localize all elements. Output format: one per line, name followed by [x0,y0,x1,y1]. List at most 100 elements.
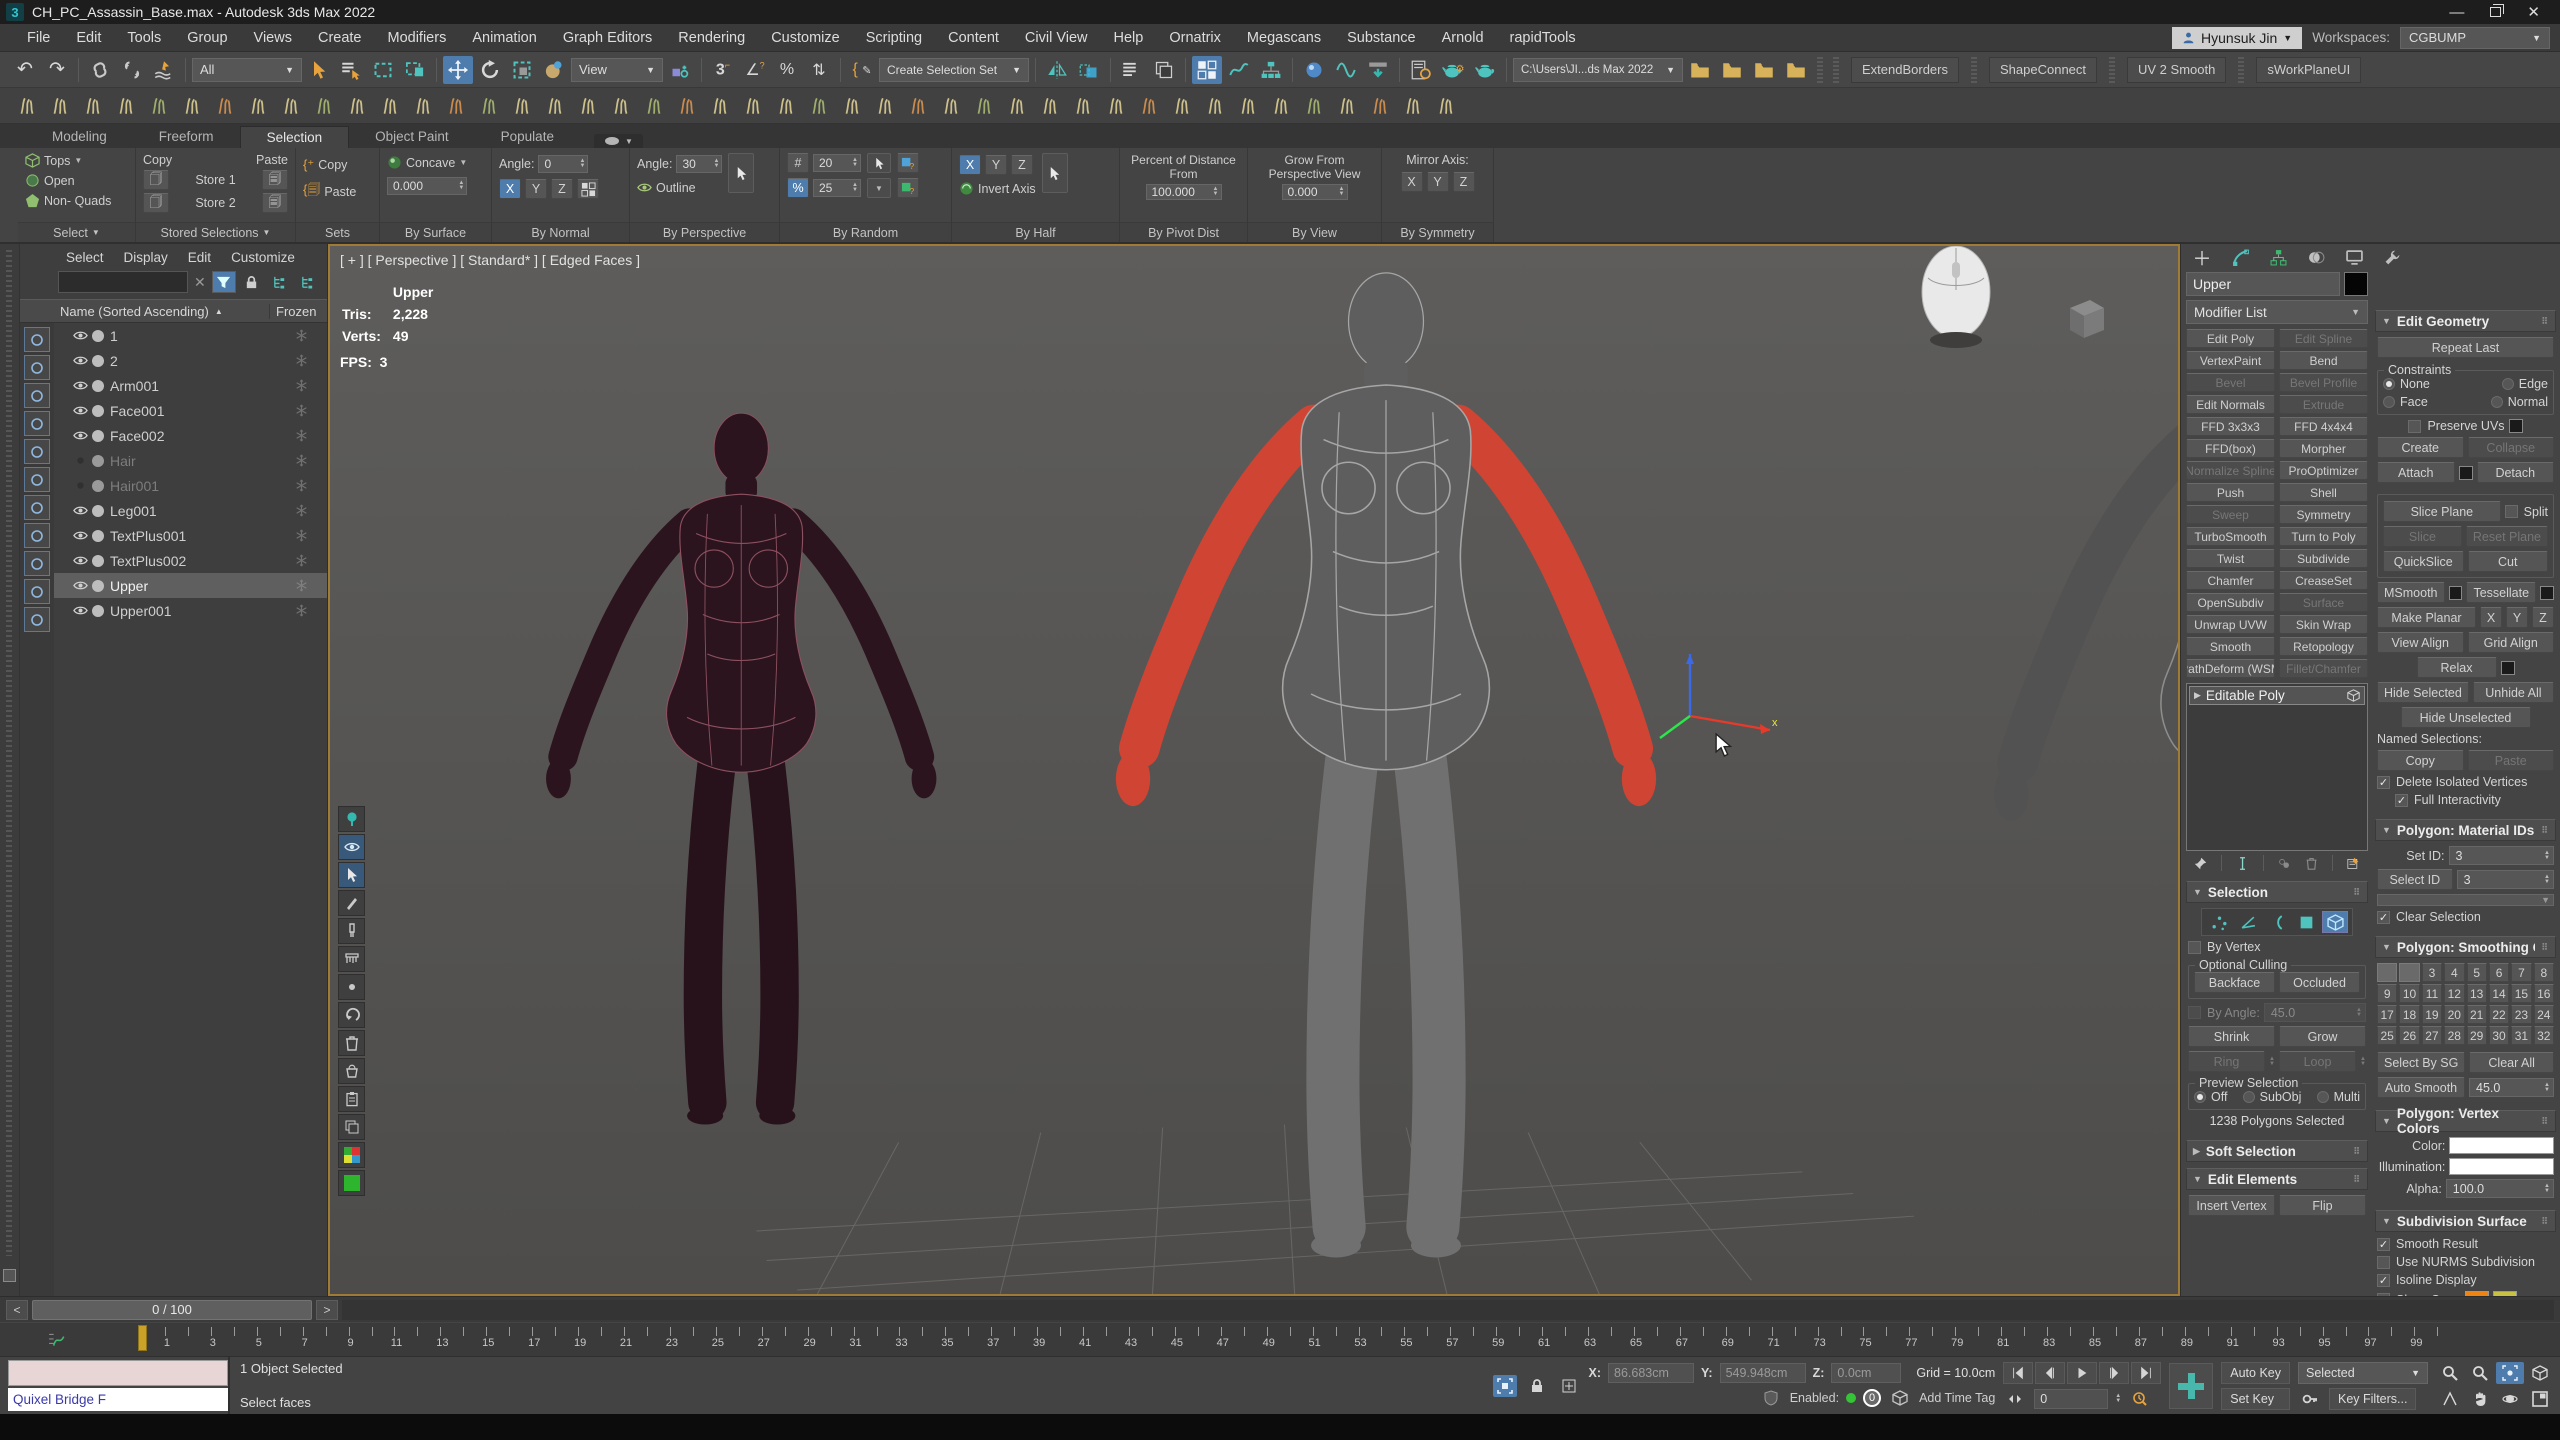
ornatrix-tool-icon[interactable] [177,92,207,120]
display-gear-icon[interactable] [24,607,50,632]
display-spray-icon[interactable] [24,551,50,576]
clear-search-icon[interactable]: ✕ [192,274,208,291]
ornatrix-tool-icon[interactable] [507,92,537,120]
invert-axis-toggle[interactable]: Invert Axis [959,181,1036,196]
modifier-button-shell[interactable]: Shell [2279,483,2368,502]
modifier-button-push[interactable]: Push [2186,483,2275,502]
scene-object-row[interactable]: Hair001 [54,473,327,498]
preview-subobj-radio[interactable]: SubObj [2243,1090,2302,1104]
folder-link-icon[interactable] [1749,56,1779,84]
minimize-icon[interactable]: — [2449,4,2464,21]
auto-smooth-button[interactable]: Auto Smooth [2377,1077,2465,1098]
clear-selection-checkbox[interactable]: ✓Clear Selection [2377,910,2554,924]
smoothing-group-27[interactable]: 27 [2422,1026,2442,1045]
trash-icon[interactable] [338,1030,365,1056]
hide-unselected-button[interactable]: Hide Unselected [2401,707,2531,728]
smooth-result-checkbox[interactable]: ✓Smooth Result [2377,1237,2554,1251]
stack-item-editable-poly[interactable]: ▶ Editable Poly [2189,686,2365,705]
half-axis-z-button[interactable]: Z [1011,155,1033,175]
explorer-menu-select[interactable]: Select [58,250,112,265]
pin-icon[interactable] [338,806,365,832]
perspective-pick-button[interactable] [728,153,754,193]
select-object-icon[interactable] [304,56,334,84]
smoothing-group-23[interactable]: 23 [2511,1005,2531,1024]
detach-button[interactable]: Detach [2477,462,2555,483]
smoothing-group-8[interactable]: 8 [2534,963,2554,982]
ornatrix-tool-icon[interactable] [1431,92,1461,120]
workspace-dropdown[interactable]: CGBUMP ▼ [2400,27,2550,49]
undo-arrow-icon[interactable] [338,1002,365,1028]
collect-icon[interactable] [338,1058,365,1084]
smoothing-group-21[interactable]: 21 [2467,1005,2487,1024]
eye-icon[interactable] [70,553,90,568]
show-end-result-icon[interactable] [2236,856,2249,871]
selection-rollout-header[interactable]: ▼Selection⠿ [2186,881,2368,903]
object-name[interactable]: Upper [110,578,275,594]
ornatrix-tool-icon[interactable] [408,92,438,120]
frozen-toggle-icon[interactable] [275,379,327,392]
modifier-button-turbosmooth[interactable]: TurboSmooth [2186,527,2275,546]
select-by-sg-button[interactable]: Select By SG [2377,1052,2465,1073]
display-spacewarps-icon[interactable] [24,467,50,492]
percent-snap-icon[interactable]: % [772,56,802,84]
object-name[interactable]: Hair [110,453,275,469]
selection-lock-icon[interactable] [1525,1375,1549,1397]
select-and-place-icon[interactable] [539,56,569,84]
ornatrix-tool-icon[interactable] [936,92,966,120]
ornatrix-tool-icon[interactable] [1101,92,1131,120]
tab-populate[interactable]: Populate [475,126,580,148]
play-icon[interactable] [2067,1362,2097,1384]
menu-animation[interactable]: Animation [459,30,549,46]
zoom-extents-icon[interactable] [2496,1362,2524,1384]
ornatrix-tool-icon[interactable] [45,92,75,120]
smoothing-group-6[interactable]: 6 [2489,963,2509,982]
random-count-button[interactable]: # [787,153,809,173]
project-folder-gear-icon[interactable] [1685,56,1715,84]
tessellate-button[interactable]: Tessellate [2466,582,2536,603]
angle-snap-icon[interactable]: ∠? [740,56,770,84]
layer-explorer-icon[interactable] [1117,56,1147,84]
model-body-dark[interactable] [546,413,936,1124]
smoothing-group-17[interactable]: 17 [2377,1005,2397,1024]
illumination-swatch[interactable] [2449,1158,2554,1175]
maximize-viewport-icon[interactable] [2526,1388,2554,1410]
render-setup-icon[interactable] [1331,56,1361,84]
field-of-view-icon[interactable] [2436,1388,2464,1410]
ornatrix-tool-icon[interactable] [738,92,768,120]
display-imports-icon[interactable] [24,523,50,548]
non-quads-button[interactable]: Non- Quads [25,193,111,208]
model-body-partial[interactable] [1994,288,2178,1273]
render-production-icon[interactable]: ⚙ [1438,56,1468,84]
constraint-normal-radio[interactable]: Normal [2491,395,2548,409]
smoothing-group-11[interactable]: 11 [2422,984,2442,1003]
smoothing-group-29[interactable]: 29 [2467,1026,2487,1045]
ornatrix-tool-icon[interactable] [1233,92,1263,120]
ornatrix-tool-icon[interactable] [1365,92,1395,120]
ribbon-overflow-button[interactable]: ▼ [594,134,643,148]
ornatrix-tool-icon[interactable] [276,92,306,120]
preview-off-radio[interactable]: Off [2194,1090,2227,1104]
object-name[interactable]: Upper001 [110,603,275,619]
modifier-button-opensubdiv[interactable]: OpenSubdiv [2186,593,2275,612]
zoom-extents-all-icon[interactable] [2526,1362,2554,1384]
modifier-button-chamfer[interactable]: Chamfer [2186,571,2275,590]
add-time-tag[interactable]: Add Time Tag [1919,1391,1995,1405]
tab-modeling[interactable]: Modeling [26,126,133,148]
ornatrix-tool-icon[interactable] [1134,92,1164,120]
frozen-toggle-icon[interactable] [275,404,327,417]
symmetry-axis-z-button[interactable]: Z [1453,172,1475,192]
object-name[interactable]: Arm001 [110,378,275,394]
ornatrix-tool-icon[interactable] [1332,92,1362,120]
open-button[interactable]: Open [25,173,111,188]
smoothing-group-3[interactable]: 3 [2422,963,2442,982]
grid-align-button[interactable]: Grid Align [2468,632,2555,653]
modifier-button-symmetry[interactable]: Symmetry [2279,505,2368,524]
select-id-button[interactable]: Select ID [2377,869,2453,890]
name-column-label[interactable]: Name (Sorted Ascending) [60,304,209,319]
scene-object-row[interactable]: 1 [54,323,327,348]
object-name[interactable]: Face001 [110,403,275,419]
ornatrix-tool-icon[interactable] [1398,92,1428,120]
ornatrix-tool-icon[interactable] [804,92,834,120]
shapeconnect-button[interactable]: ShapeConnect [1989,57,2097,83]
clear-all-button[interactable]: Clear All [2469,1052,2554,1073]
